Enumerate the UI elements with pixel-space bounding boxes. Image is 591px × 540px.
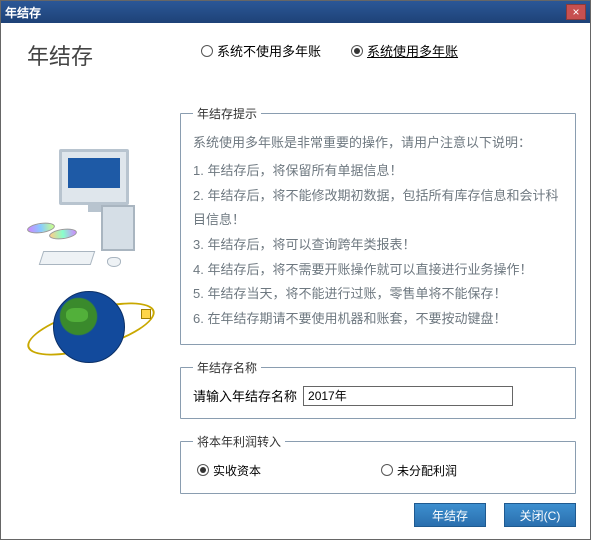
name-fieldset: 年结存名称 请输入年结存名称 [180,359,576,419]
radio-icon [351,45,363,57]
tip-item: 4. 年结存后，将不需要开账操作就可以直接进行业务操作！ [193,258,563,283]
sidebar [15,105,170,508]
radio-label: 系统不使用多年账 [217,41,321,60]
radio-paid-in-capital[interactable]: 实收资本 [197,462,261,479]
footer: 年结存 关闭(C) [414,503,576,527]
tip-item: 6. 在年结存期请不要使用机器和账套，不要按动键盘！ [193,307,563,332]
tips-list: 1. 年结存后，将保留所有单据信息！ 2. 年结存后，将不能修改期初数据，包括所… [193,159,563,332]
name-legend: 年结存名称 [193,359,261,376]
satellite-icon [141,309,151,319]
right-column: 年结存提示 系统使用多年账是非常重要的操作，请用户注意以下说明： 1. 年结存后… [180,105,576,508]
radio-icon [381,464,393,476]
mode-radio-group: 系统不使用多年账 系统使用多年账 [201,41,458,60]
radio-multi-year[interactable]: 系统使用多年账 [351,41,458,60]
main-row: 年结存提示 系统使用多年账是非常重要的操作，请用户注意以下说明： 1. 年结存后… [15,105,576,508]
radio-undistributed-profit[interactable]: 未分配利润 [381,462,457,479]
computer-globe-illustration [15,109,165,369]
radio-label: 未分配利润 [397,462,457,479]
year-end-name-input[interactable] [303,386,513,406]
name-row: 请输入年结存名称 [193,386,563,406]
window-title: 年结存 [5,4,566,21]
mouse-icon [107,257,121,267]
titlebar: 年结存 × [1,1,590,23]
close-button[interactable]: 关闭(C) [504,503,576,527]
close-icon[interactable]: × [566,4,586,20]
name-label: 请输入年结存名称 [193,386,297,405]
monitor-icon [59,149,129,205]
year-end-window: 年结存 × 年结存 系统不使用多年账 系统使用多年账 [0,0,591,540]
radio-icon [197,464,209,476]
year-end-button[interactable]: 年结存 [414,503,486,527]
tips-fieldset: 年结存提示 系统使用多年账是非常重要的操作，请用户注意以下说明： 1. 年结存后… [180,105,576,345]
pc-tower-icon [101,205,135,251]
tip-item: 3. 年结存后，将可以查询跨年类报表！ [193,233,563,258]
content-area: 年结存 系统不使用多年账 系统使用多年账 [1,23,590,539]
radio-label: 实收资本 [213,462,261,479]
tips-intro: 系统使用多年账是非常重要的操作，请用户注意以下说明： [193,132,563,151]
tips-legend: 年结存提示 [193,105,261,122]
tip-item: 1. 年结存后，将保留所有单据信息！ [193,159,563,184]
keyboard-icon [39,251,96,265]
radio-label: 系统使用多年账 [367,41,458,60]
radio-icon [201,45,213,57]
profit-legend: 将本年利润转入 [193,433,285,450]
globe-icon [53,291,125,363]
profit-fieldset: 将本年利润转入 实收资本 未分配利润 [180,433,576,494]
profit-radio-group: 实收资本 未分配利润 [193,460,563,481]
tip-item: 2. 年结存后，将不能修改期初数据，包括所有库存信息和会计科目信息！ [193,184,563,233]
tip-item: 5. 年结存当天，将不能进行过账，零售单将不能保存！ [193,282,563,307]
radio-no-multi-year[interactable]: 系统不使用多年账 [201,41,321,60]
